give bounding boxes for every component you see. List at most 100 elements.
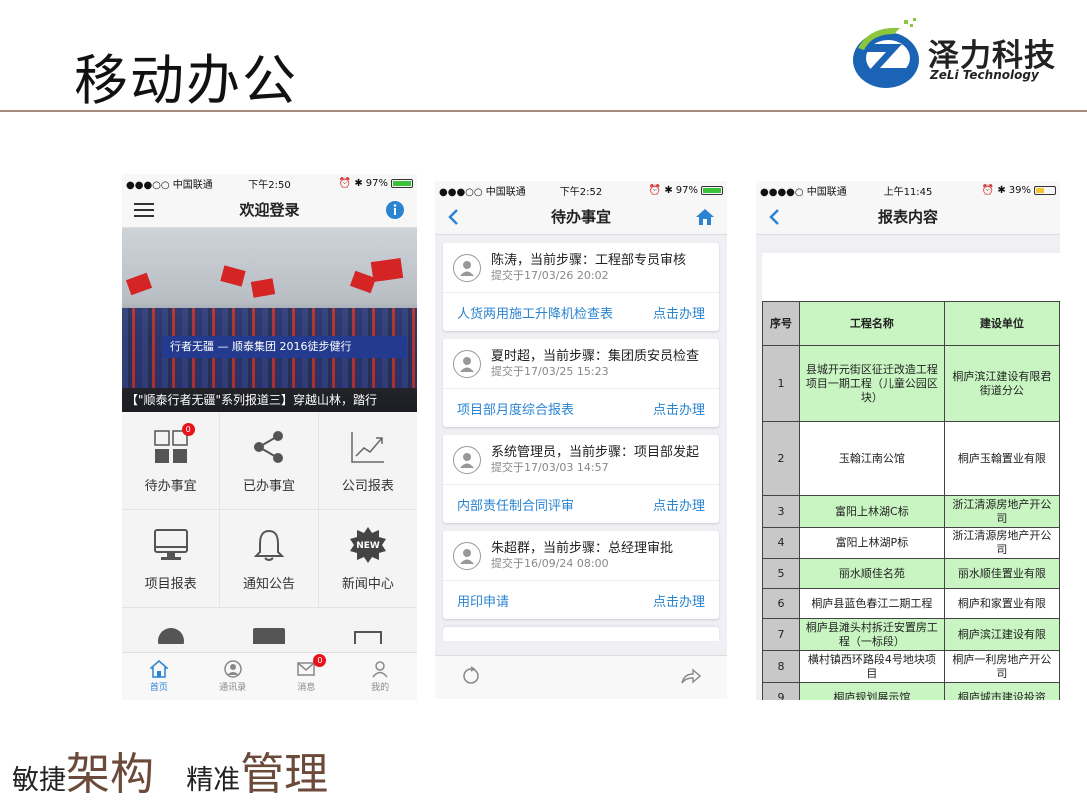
todo-time: 提交于16/09/24 08:00: [491, 556, 609, 570]
back-chevron-icon[interactable]: [447, 199, 459, 235]
status-bar: ●●●●○ 中国联通 上午11:45 ⏰ ✱ 39%: [756, 181, 1060, 199]
tagline: 敏捷架构 精准管理: [12, 738, 328, 800]
handle-button[interactable]: 点击办理: [653, 303, 705, 322]
report-viewer[interactable]: 序号 工程名称 建设单位 1 县城开元街区征迁改造工程项目一期工程（儿童公园区块）…: [762, 253, 1060, 700]
builder-unit-cell: 桐庐玉翰置业有限: [943, 421, 1060, 496]
row-index: 4: [762, 527, 801, 559]
new-text: NEW: [356, 541, 380, 551]
flag-icon: [220, 265, 246, 287]
grid-item-project-report[interactable]: 项目报表: [122, 510, 221, 608]
refresh-icon[interactable]: [461, 665, 481, 690]
row-index: 7: [762, 618, 801, 651]
monitor-icon: [151, 525, 191, 565]
todo-task-link[interactable]: 项目部月度综合报表: [457, 399, 574, 418]
builder-unit-cell: 桐庐滨江建设有限: [943, 618, 1060, 651]
todo-card[interactable]: 朱超群，当前步骤：总经理审批 提交于16/09/24 08:00 用印申请 点击办理: [443, 531, 719, 619]
builder-unit-cell: 桐庐和家置业有限: [943, 588, 1060, 619]
todo-task-link[interactable]: 用印申请: [457, 591, 509, 610]
grid-item-company-report[interactable]: 公司报表: [318, 412, 417, 510]
todo-time: 提交于17/03/26 20:02: [491, 268, 609, 282]
todo-card[interactable]: 陈涛，当前步骤：工程部专员审核 提交于17/03/26 20:02 人货两用施工升…: [443, 243, 719, 331]
grid-item-todo[interactable]: 0 待办事宜: [122, 412, 221, 510]
alarm-icon: ⏰: [981, 184, 995, 196]
battery-icon: [391, 178, 413, 188]
todo-step: 夏时超，当前步骤：集团质安员检查: [491, 348, 700, 364]
forward-share-icon[interactable]: [681, 667, 702, 688]
tab-mine[interactable]: 我的: [343, 653, 417, 700]
user-avatar-icon: [453, 253, 481, 282]
trend-chart-icon: [348, 427, 388, 467]
grid-label: 待办事宜: [144, 479, 197, 494]
tagline-small: 敏捷: [12, 765, 66, 796]
grid-item-notice[interactable]: 通知公告: [220, 510, 319, 608]
home-icon: [149, 660, 169, 678]
todo-card[interactable]: 系统管理员，当前步骤：项目部发起 提交于17/03/03 14:57 内部责任制合…: [443, 435, 719, 523]
flag-icon: [250, 278, 276, 298]
menu-icon[interactable]: [134, 192, 154, 228]
phone-home-screen: ●●●○○ 中国联通 下午2:50 ⏰ ✱ 97% 欢迎登录 行者无疆 — 顺泰…: [122, 174, 417, 700]
row-index: 5: [762, 558, 801, 589]
company-logo: 泽力科技 ZeLi Technology: [850, 18, 1060, 96]
nav-title: 报表内容: [877, 208, 938, 226]
todo-task-link[interactable]: 人货两用施工升降机检查表: [457, 303, 613, 322]
handle-button[interactable]: 点击办理: [653, 399, 705, 418]
todo-time: 提交于17/03/03 14:57: [491, 460, 609, 474]
handle-button[interactable]: 点击办理: [653, 591, 705, 610]
project-name-cell: 富阳上林湖P标: [799, 527, 945, 559]
carrier: ●●●○○ 中国联通: [126, 179, 213, 191]
carrier: ●●●○○ 中国联通: [439, 186, 526, 198]
status-bar: ●●●○○ 中国联通 下午2:50 ⏰ ✱ 97%: [122, 174, 417, 192]
grid-item-news[interactable]: NEW 新闻中心: [318, 510, 417, 608]
project-name-cell: 桐庐规划展示馆: [799, 682, 945, 700]
nav-bar: 欢迎登录: [122, 192, 417, 228]
news-banner[interactable]: 行者无疆 — 顺泰集团 2016徒步健行 【"顺泰行者无疆"系列报道三】穿越山林…: [122, 228, 417, 412]
table-header-row: 序号 工程名称 建设单位: [762, 301, 1060, 346]
nav-title: 待办事宜: [550, 208, 611, 226]
builder-unit-cell: 桐庐滨江建设有限君街道分公: [943, 345, 1060, 422]
bluetooth-icon: ✱: [354, 177, 363, 189]
back-chevron-icon[interactable]: [768, 199, 780, 235]
grid-partial-row: [122, 608, 417, 644]
phone-report-screen: ●●●●○ 中国联通 上午11:45 ⏰ ✱ 39% 报表内容 序号 工程名称 …: [756, 181, 1060, 700]
grid-label: 项目报表: [144, 577, 197, 592]
grid-label: 新闻中心: [341, 577, 394, 592]
table-row: 9 桐庐规划展示馆 桐庐城市建设投资: [762, 682, 1060, 700]
banner-caption: 【"顺泰行者无疆"系列报道三】穿越山林，踏行: [122, 388, 417, 412]
grid-item-done[interactable]: 已办事宜: [220, 412, 319, 510]
project-name-cell: 玉翰江南公馆: [799, 421, 945, 496]
handle-button[interactable]: 点击办理: [653, 495, 705, 514]
todo-time: 提交于17/03/25 15:23: [491, 364, 609, 378]
tab-home[interactable]: 首页: [122, 653, 196, 700]
user-avatar-icon: [453, 541, 481, 570]
header-divider: [0, 110, 1087, 112]
flag-icon: [125, 272, 153, 296]
column-header: 建设单位: [943, 301, 1060, 346]
user-icon: [370, 660, 390, 678]
tab-messages[interactable]: 0 消息: [270, 653, 344, 700]
todo-card[interactable]: 夏时超，当前步骤：集团质安员检查 提交于17/03/25 15:23 项目部月度综…: [443, 339, 719, 427]
user-avatar-icon: [453, 349, 481, 378]
calendar-icon: [319, 608, 417, 644]
bluetooth-icon: ✱: [997, 184, 1006, 196]
project-name-cell: 丽水顺佳名苑: [799, 558, 945, 589]
battery-icon: [1034, 185, 1056, 195]
folder-icon: [220, 608, 318, 644]
tab-contacts[interactable]: 通讯录: [196, 653, 270, 700]
info-icon[interactable]: [385, 192, 405, 228]
alarm-icon: ⏰: [338, 177, 352, 189]
share-icon: [249, 427, 289, 467]
todo-task-link[interactable]: 内部责任制合同评审: [457, 495, 574, 514]
zeli-logo-icon: [853, 18, 919, 88]
table-row: 3 富阳上林湖C标 浙江清源房地产开公司: [762, 495, 1060, 528]
new-badge-icon: NEW: [348, 525, 388, 565]
status-bar: ●●●○○ 中国联通 下午2:52 ⏰ ✱ 97%: [435, 181, 727, 199]
message-badge: 0: [313, 654, 327, 667]
contact-icon: [223, 660, 243, 678]
builder-unit-cell: 桐庐城市建设投资: [943, 682, 1060, 700]
builder-unit-cell: 丽水顺佳置业有限: [943, 558, 1060, 589]
builder-unit-cell: 桐庐一利房地产开公司: [943, 650, 1060, 683]
toolbar: [435, 655, 727, 699]
tagline-big: 管理: [240, 749, 329, 800]
home-icon[interactable]: [695, 199, 715, 235]
battery-percent: 97%: [365, 177, 388, 189]
